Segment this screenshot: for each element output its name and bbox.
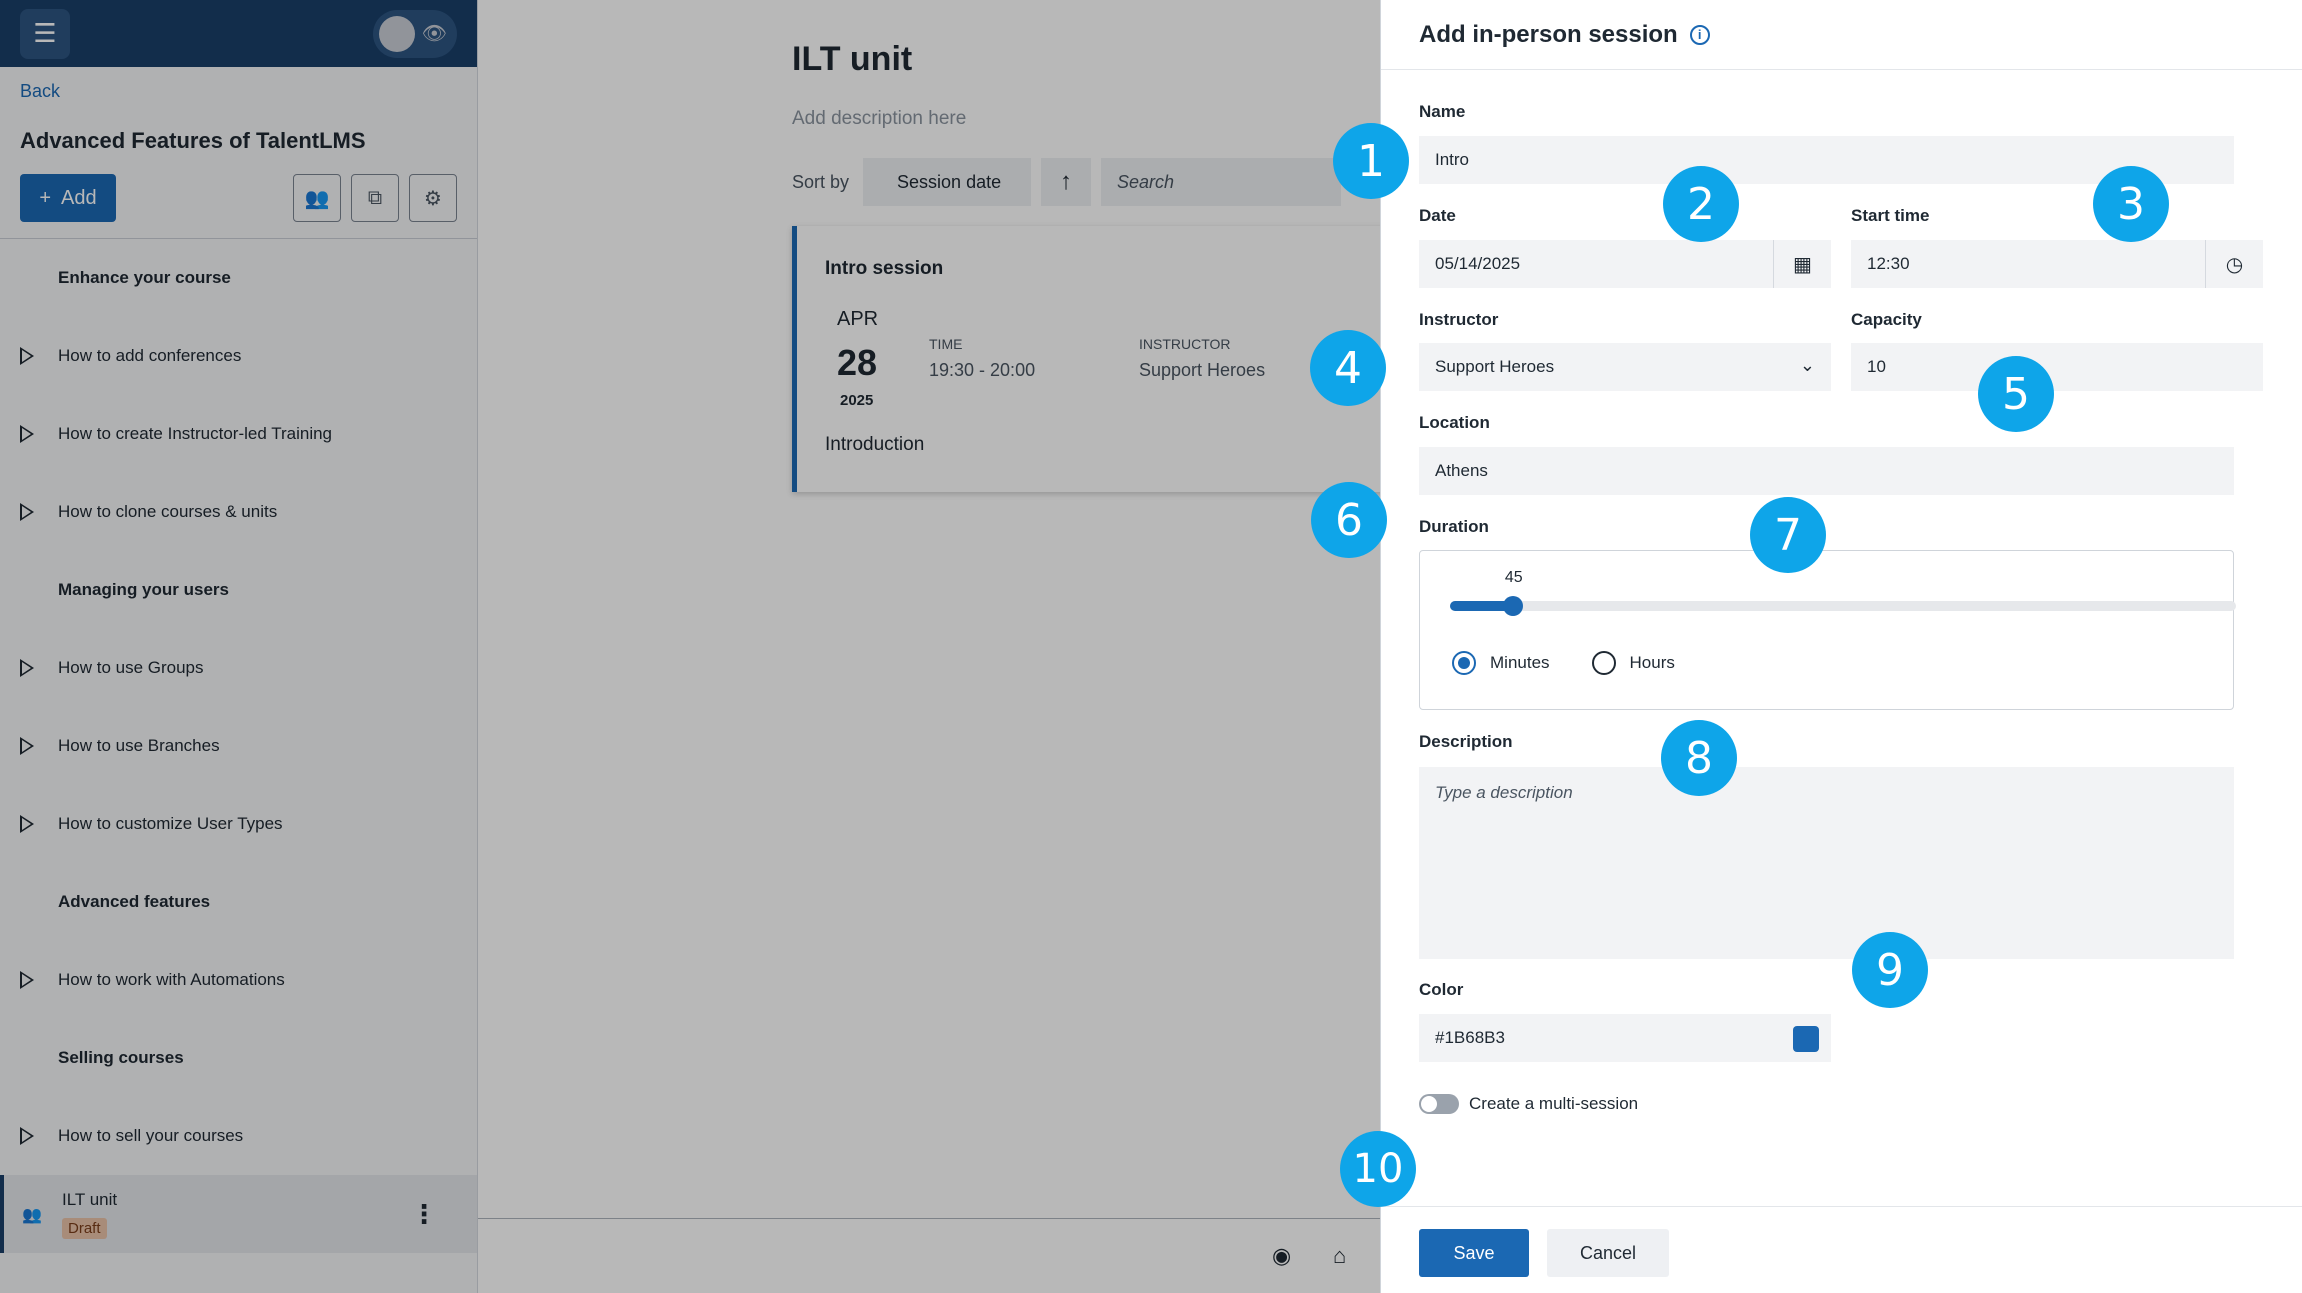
capacity-label: Capacity <box>1851 310 1922 329</box>
instructor-value: Support Heroes <box>1435 357 1555 376</box>
drawer-title: Add in-person session <box>1419 20 1678 48</box>
color-value: #1B68B3 <box>1435 1028 1505 1047</box>
start-time-field[interactable]: 12:30 ◷ <box>1851 240 2263 288</box>
description-label: Description <box>1419 732 1513 751</box>
date-value: 05/14/2025 <box>1435 254 1521 273</box>
duration-unit-radios: Minutes Hours <box>1452 651 1675 675</box>
info-icon[interactable]: i <box>1689 24 1710 45</box>
dim-overlay <box>0 0 1380 1293</box>
location-field[interactable]: Athens <box>1419 447 2234 495</box>
callout-badge: 6 <box>1311 482 1387 558</box>
save-button[interactable]: Save <box>1419 1229 1529 1277</box>
callout-badge: 5 <box>1978 356 2054 432</box>
duration-slider-thumb[interactable] <box>1502 596 1523 616</box>
duration-value: 45 <box>1504 569 1523 586</box>
multi-session-row: Create a multi-session <box>1419 1094 1638 1114</box>
name-label: Name <box>1419 102 1466 121</box>
callout-badge: 10 <box>1340 1131 1416 1207</box>
date-label: Date <box>1419 206 1456 225</box>
chevron-down-icon: ⌄ <box>1799 355 1815 375</box>
callout-badge: 7 <box>1750 497 1826 573</box>
callout-badge: 2 <box>1663 166 1739 242</box>
duration-box: 45 Minutes Hours <box>1419 550 2236 710</box>
minutes-label: Minutes <box>1490 653 1550 672</box>
duration-label: Duration <box>1419 517 1489 536</box>
calendar-icon[interactable]: ▦ <box>1773 240 1831 288</box>
callout-badge: 9 <box>1852 932 1928 1008</box>
multi-session-label: Create a multi-session <box>1469 1094 1639 1113</box>
callout-badge: 4 <box>1310 330 1386 406</box>
color-field[interactable]: #1B68B3 <box>1419 1014 1831 1062</box>
callout-badge: 3 <box>2093 166 2169 242</box>
callout-badge: 1 <box>1333 123 1409 199</box>
drawer-footer: Save Cancel <box>1381 1206 2302 1293</box>
hours-radio[interactable] <box>1591 651 1616 675</box>
date-field[interactable]: 05/14/2025 ▦ <box>1419 240 1831 288</box>
instructor-select[interactable]: Support Heroes ⌄ <box>1419 343 1831 391</box>
description-textarea[interactable]: Type a description <box>1419 767 2234 959</box>
minutes-radio[interactable] <box>1452 651 1476 675</box>
capacity-field[interactable]: 10 <box>1851 343 2263 391</box>
duration-slider-track[interactable] <box>1450 601 2236 611</box>
color-label: Color <box>1419 980 1464 999</box>
color-swatch[interactable] <box>1793 1026 1819 1052</box>
cancel-button[interactable]: Cancel <box>1547 1229 1669 1277</box>
clock-icon[interactable]: ◷ <box>2205 240 2263 288</box>
location-label: Location <box>1419 413 1490 432</box>
instructor-label: Instructor <box>1419 310 1499 329</box>
drawer-header: Add in-person session i <box>1381 0 2302 70</box>
start-time-label: Start time <box>1851 206 1930 225</box>
start-time-value: 12:30 <box>1867 254 1910 273</box>
callout-badge: 8 <box>1661 720 1737 796</box>
multi-session-toggle[interactable] <box>1419 1094 1459 1114</box>
hours-label: Hours <box>1629 653 1675 672</box>
